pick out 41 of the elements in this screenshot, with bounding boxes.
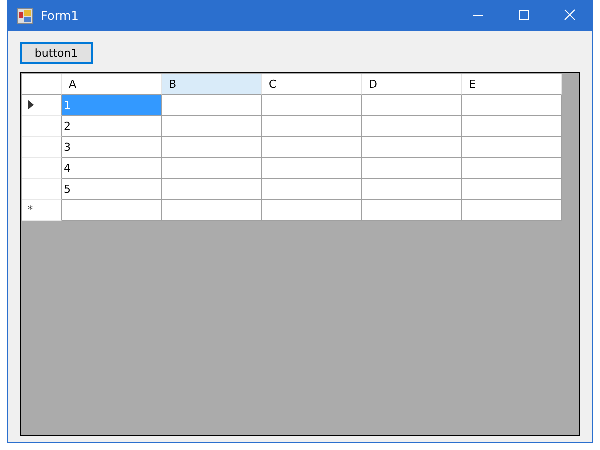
table-cell[interactable] (462, 158, 562, 179)
table-cell[interactable]: 5 (62, 179, 162, 200)
table-cell[interactable] (462, 95, 562, 116)
table-cell[interactable] (262, 116, 362, 137)
column-header[interactable]: C (262, 74, 362, 95)
table-cell[interactable] (262, 179, 362, 200)
table-cell[interactable] (362, 158, 462, 179)
table-cell[interactable] (162, 200, 262, 221)
row-header[interactable]: * (22, 200, 62, 221)
table-cell[interactable] (462, 179, 562, 200)
table-cell[interactable] (362, 116, 462, 137)
table-cell[interactable] (162, 158, 262, 179)
column-header[interactable]: A (62, 74, 162, 95)
table-cell[interactable] (262, 95, 362, 116)
window-title: Form1 (41, 8, 80, 22)
table-cell[interactable]: 2 (62, 116, 162, 137)
table-cell[interactable] (462, 200, 562, 221)
table-cell[interactable] (162, 116, 262, 137)
column-header[interactable]: B (162, 74, 262, 95)
table-cell[interactable] (362, 137, 462, 158)
table-cell[interactable] (262, 137, 362, 158)
table-cell[interactable] (162, 137, 262, 158)
row-header[interactable] (22, 95, 62, 116)
table-cell[interactable] (462, 137, 562, 158)
new-row-marker: * (28, 204, 33, 216)
table-cell[interactable] (362, 200, 462, 221)
table-cell[interactable]: 4 (62, 158, 162, 179)
table-cell[interactable] (62, 200, 162, 221)
column-header[interactable]: E (462, 74, 562, 95)
table-cell[interactable] (462, 116, 562, 137)
table-cell[interactable] (262, 200, 362, 221)
table-cell[interactable] (262, 158, 362, 179)
column-header[interactable]: D (362, 74, 462, 95)
header-corner (22, 74, 62, 95)
table-cell[interactable] (162, 179, 262, 200)
form-icon (17, 8, 33, 24)
table-cell[interactable] (162, 95, 262, 116)
table-cell[interactable] (362, 179, 462, 200)
table-cell[interactable]: 3 (62, 137, 162, 158)
button[interactable]: button1 (20, 42, 93, 64)
table-cell[interactable] (362, 95, 462, 116)
